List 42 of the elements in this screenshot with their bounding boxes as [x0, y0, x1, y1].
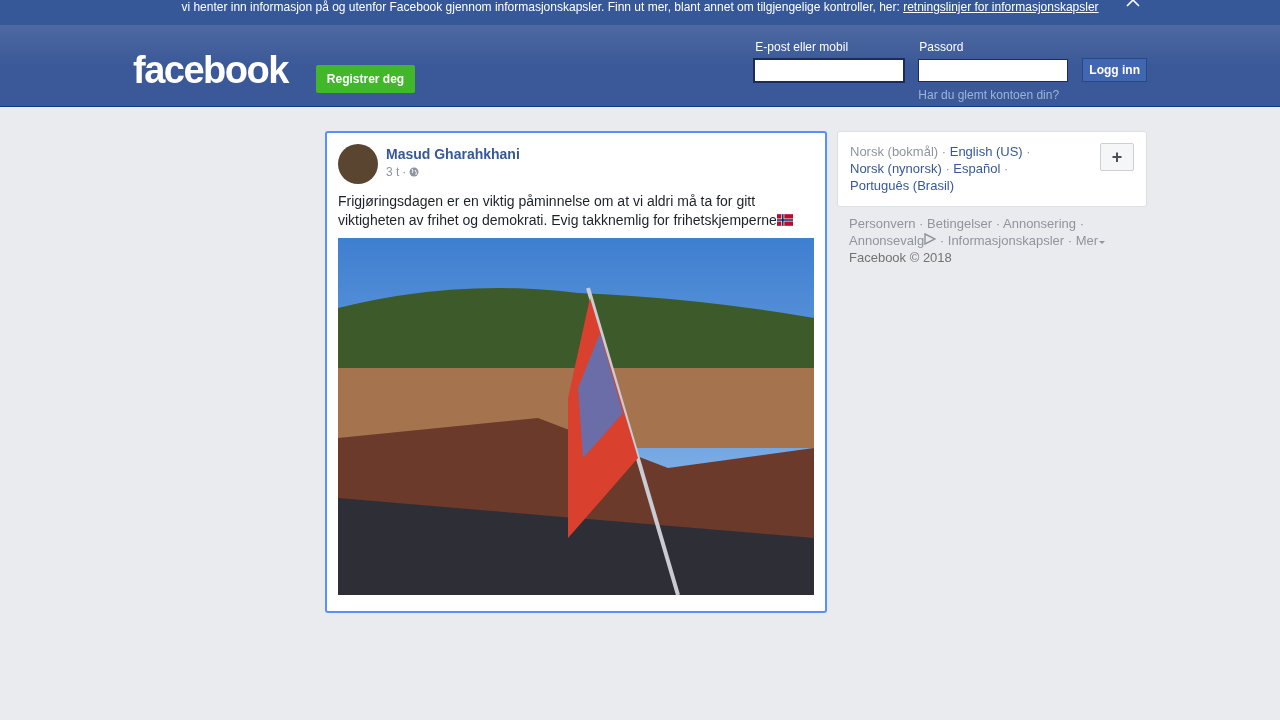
language-link[interactable]: English (US)	[949, 144, 1023, 159]
cookie-notice-text: vi henter inn informasjon på og utenfor Facebook gjennom informasjonskapsler. Finn ut mer, blant annet om tilgjengelige kontroller, her: retningslinjer for informasjonskapsler	[181, 0, 1099, 14]
language-link[interactable]: Português (Brasil)	[850, 178, 955, 193]
separator-dot: ·	[1003, 161, 1009, 176]
register-button[interactable]: Registrer deg	[315, 65, 416, 93]
footer-link[interactable]: Personvern	[849, 216, 916, 231]
separator-dot: ·	[941, 144, 947, 159]
avatar[interactable]	[338, 144, 378, 184]
separator-dot: ·	[995, 216, 1001, 231]
post-time[interactable]: 3 t	[386, 165, 400, 179]
separator-dot: ·	[402, 165, 407, 179]
forgot-account-link[interactable]: Har du glemt kontoen din?	[918, 88, 1069, 102]
footer-link[interactable]: Betingelser	[927, 216, 993, 231]
globe-icon	[409, 167, 420, 177]
language-link[interactable]: Norsk (nynorsk)	[850, 161, 942, 176]
cookie-policy-link[interactable]: retningslinjer for informasjonskapsler	[903, 0, 1099, 14]
separator-dot: ·	[939, 233, 945, 248]
language-link[interactable]: Español	[953, 161, 1001, 176]
add-language-button[interactable]: +	[1100, 143, 1134, 171]
play-icon	[924, 233, 937, 245]
logo[interactable]: facebook	[133, 49, 288, 91]
language-link[interactable]: Norsk (bokmål)	[850, 144, 939, 159]
field-label: Passord	[918, 39, 965, 56]
caret-icon	[1098, 239, 1107, 245]
author-name[interactable]: Masud Gharahkhani	[386, 146, 520, 162]
email-field[interactable]	[754, 59, 905, 82]
separator-dot: ·	[945, 161, 950, 176]
separator-dot: ·	[1079, 216, 1084, 231]
password-field[interactable]	[918, 59, 1069, 82]
post-text: Frigjøringsdagen er en viktig påminnelse om at vi aldri må ta for gitt viktigheten av frihet og demokrati. Evig takknemlig for frihetskjemperne	[338, 192, 814, 230]
field-label: E-post eller mobil	[754, 39, 850, 56]
copyright-text: Facebook © 2018	[849, 249, 953, 266]
separator-dot: ·	[1026, 144, 1031, 159]
login-button[interactable]: Logg inn	[1082, 58, 1147, 82]
footer-link[interactable]: Annonsevalg	[849, 233, 925, 248]
flag-icon	[776, 214, 793, 226]
footer-link[interactable]: Annonsering	[1003, 216, 1076, 231]
separator-dot: ·	[1067, 233, 1073, 248]
separator-dot: ·	[919, 216, 924, 231]
footer-link[interactable]: Informasjonskapsler	[947, 233, 1065, 248]
footer-link[interactable]: Mer	[1075, 233, 1099, 248]
photo-placeholder[interactable]	[338, 238, 814, 595]
